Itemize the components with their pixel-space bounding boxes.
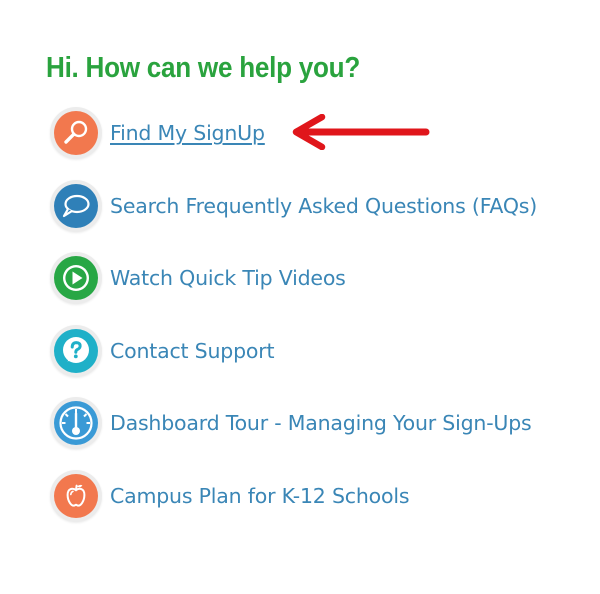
magnifier-icon[interactable] [50, 107, 102, 159]
page-heading: Hi. How can we help you? [46, 52, 361, 84]
help-options-list: Find My SignUp Search Frequently Asked Q… [50, 107, 537, 543]
find-my-signup-label[interactable]: Find My SignUp [110, 121, 265, 145]
campus-plan-link[interactable]: Campus Plan for K-12 Schools [50, 469, 537, 522]
dashboard-tour-link[interactable]: Dashboard Tour - Managing Your Sign-Ups [50, 397, 537, 450]
quick-tip-videos-label[interactable]: Watch Quick Tip Videos [110, 266, 346, 290]
question-mark-icon[interactable] [50, 324, 102, 377]
contact-support-link[interactable]: Contact Support [50, 324, 537, 377]
chat-bubble-icon[interactable] [50, 179, 102, 232]
contact-support-label[interactable]: Contact Support [110, 339, 275, 363]
play-icon[interactable] [50, 252, 102, 305]
faq-link[interactable]: Search Frequently Asked Questions (FAQs) [50, 179, 537, 232]
quick-tip-videos-link[interactable]: Watch Quick Tip Videos [50, 252, 537, 305]
faq-label[interactable]: Search Frequently Asked Questions (FAQs) [110, 194, 537, 218]
campus-plan-label[interactable]: Campus Plan for K-12 Schools [110, 484, 410, 508]
gauge-icon[interactable] [50, 397, 102, 450]
red-arrow-annotation [292, 114, 430, 150]
dashboard-tour-label[interactable]: Dashboard Tour - Managing Your Sign-Ups [110, 411, 532, 435]
apple-icon[interactable] [50, 469, 102, 522]
